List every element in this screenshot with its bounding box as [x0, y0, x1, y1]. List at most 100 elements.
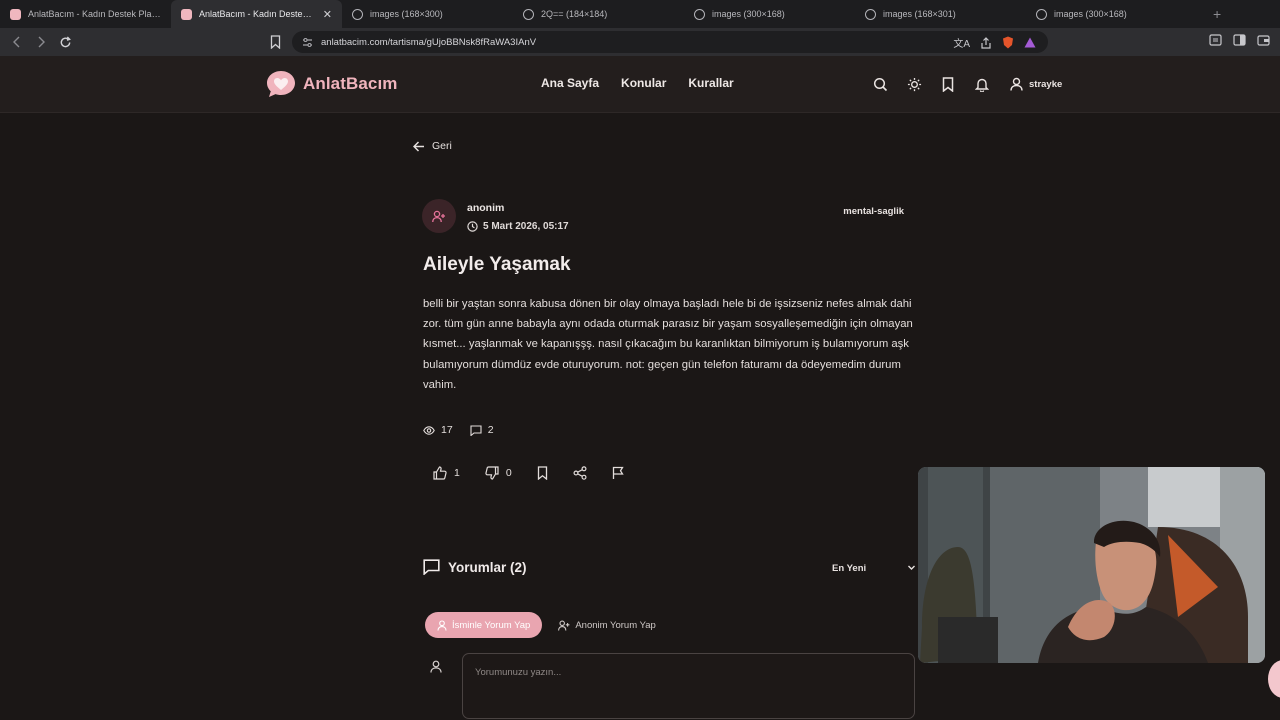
share-icon[interactable]	[980, 36, 992, 49]
comments-title: Yorumlar (2)	[448, 559, 527, 575]
translate-icon[interactable]: 文A	[953, 35, 970, 50]
url-text: anlatbacim.com/tartisma/gUjoBBNsk8fRaWA3…	[321, 36, 537, 48]
tab-label: 2Q== (184×184)	[541, 9, 608, 19]
comment-sort-select[interactable]: En Yeni	[832, 563, 916, 574]
category-tag[interactable]: mental-saglik	[843, 206, 904, 217]
eye-icon	[423, 425, 435, 435]
browser-tab[interactable]: images (168×301)	[855, 0, 1026, 28]
save-post-button[interactable]	[537, 466, 548, 480]
site-favicon-icon	[10, 8, 21, 20]
chat-heart-logo-icon	[265, 69, 297, 99]
floating-chat-button[interactable]	[1268, 660, 1280, 698]
browser-tab-bar: AnlatBacım - Kadın Destek Platformu Anla…	[0, 0, 1280, 28]
post-body: belli bir yaştan sonra kabusa dönen bir …	[423, 298, 913, 391]
reload-icon[interactable]	[54, 31, 76, 53]
user-menu-button[interactable]: strayke	[1010, 77, 1062, 91]
bookmarks-icon[interactable]	[938, 74, 958, 94]
user-icon	[437, 619, 447, 631]
anonymous-user-plus-icon	[558, 620, 570, 631]
comment-anonymous-label: Anonim Yorum Yap	[575, 619, 656, 631]
url-field[interactable]: anlatbacim.com/tartisma/gUjoBBNsk8fRaWA3…	[292, 31, 1048, 53]
split-view-icon[interactable]	[1233, 34, 1246, 46]
share-post-button[interactable]	[573, 466, 587, 480]
post-meta: anonim 5 Mart 2026, 05:17 mental-saglik	[422, 199, 910, 239]
comments-heading: Yorumlar (2)	[423, 559, 527, 575]
browser-toolbar: anlatbacim.com/tartisma/gUjoBBNsk8fRaWA3…	[0, 28, 1280, 56]
brave-shield-icon[interactable]	[1002, 36, 1014, 49]
notifications-bell-icon[interactable]	[972, 74, 992, 94]
tab-label: AnlatBacım - Kadın Destek Platformu	[199, 9, 314, 19]
tab-label: images (168×300)	[370, 9, 443, 19]
browser-tab-active[interactable]: AnlatBacım - Kadın Destek Platformu ✕	[171, 0, 342, 28]
dislike-button[interactable]: 0	[485, 466, 512, 480]
globe-icon	[694, 8, 705, 20]
globe-icon	[352, 8, 363, 20]
anonymous-user-icon	[432, 210, 446, 223]
main-nav: Ana Sayfa Konular Kurallar	[541, 76, 734, 90]
browser-tab[interactable]: images (300×168)	[1026, 0, 1197, 28]
comment-with-name-tab[interactable]: İsminle Yorum Yap	[425, 612, 543, 638]
flag-icon	[612, 466, 624, 480]
sort-selected-value: En Yeni	[832, 563, 867, 574]
chevron-down-icon	[907, 563, 916, 574]
thumbs-down-icon	[485, 466, 499, 480]
forward-nav-icon[interactable]	[30, 31, 52, 53]
nav-rules[interactable]: Kurallar	[688, 76, 733, 90]
url-bar: anlatbacim.com/tartisma/gUjoBBNsk8fRaWA3…	[268, 31, 1048, 53]
brave-rewards-icon[interactable]	[1024, 37, 1036, 48]
author-name: anonim	[467, 202, 505, 214]
brand-name: AnlatBacım	[303, 74, 398, 93]
browser-tab[interactable]: AnlatBacım - Kadın Destek Platformu	[0, 0, 171, 28]
bookmark-page-icon[interactable]	[270, 35, 281, 49]
wallet-icon[interactable]	[1257, 34, 1270, 46]
nav-home[interactable]: Ana Sayfa	[541, 76, 599, 90]
comment-mode-tabs: İsminle Yorum Yap Anonim Yorum Yap	[425, 612, 656, 638]
back-link[interactable]: Geri	[413, 140, 452, 152]
comments-icon	[423, 559, 440, 575]
like-button[interactable]: 1	[433, 466, 460, 480]
username: strayke	[1029, 78, 1063, 90]
globe-icon	[865, 8, 876, 20]
close-tab-icon[interactable]: ✕	[323, 8, 332, 21]
comment-input-box	[462, 653, 915, 719]
globe-icon	[523, 8, 534, 20]
theme-toggle-sun-icon[interactable]	[904, 74, 924, 94]
user-icon	[1010, 77, 1023, 91]
browser-tab[interactable]: images (300×168)	[684, 0, 855, 28]
thumbs-up-icon	[433, 466, 447, 480]
site-logo[interactable]: AnlatBacım	[265, 69, 398, 99]
webcam-video-overlay	[918, 467, 1265, 663]
search-icon[interactable]	[870, 74, 890, 94]
site-header: AnlatBacım Ana Sayfa Konular Kurallar st…	[0, 56, 1280, 113]
post-stats: 17 2	[423, 424, 494, 436]
post-date: 5 Mart 2026, 05:17	[467, 221, 569, 232]
report-post-button[interactable]	[612, 466, 624, 480]
comment-count: 2	[470, 424, 494, 436]
browser-tab[interactable]: images (168×300)	[342, 0, 513, 28]
post-title: Aileyle Yaşamak	[423, 254, 571, 275]
tab-label: AnlatBacım - Kadın Destek Platformu	[28, 9, 161, 19]
back-label: Geri	[432, 140, 452, 152]
clock-icon	[467, 221, 478, 232]
tab-label: images (300×168)	[712, 9, 785, 19]
view-count-value: 17	[441, 424, 453, 436]
post-date-text: 5 Mart 2026, 05:17	[483, 221, 569, 232]
site-favicon-icon	[181, 8, 192, 20]
view-count: 17	[423, 424, 453, 436]
like-count: 1	[454, 467, 460, 479]
bookmark-icon	[537, 466, 548, 480]
header-actions: strayke	[870, 74, 1062, 94]
new-tab-button[interactable]: +	[1213, 6, 1221, 22]
dislike-count: 0	[505, 467, 512, 479]
nav-topics[interactable]: Konular	[621, 76, 666, 90]
share-nodes-icon	[573, 466, 587, 480]
back-nav-icon[interactable]	[6, 31, 28, 53]
author-avatar	[422, 199, 456, 233]
browser-tab[interactable]: 2Q== (184×184)	[513, 0, 684, 28]
sidebar-toggle-icon[interactable]	[1209, 34, 1222, 46]
tab-label: images (300×168)	[1054, 9, 1127, 19]
globe-icon	[1036, 8, 1047, 20]
site-settings-icon[interactable]	[302, 37, 313, 48]
comment-anonymous-tab[interactable]: Anonim Yorum Yap	[558, 619, 656, 631]
comment-textarea[interactable]	[475, 667, 902, 705]
